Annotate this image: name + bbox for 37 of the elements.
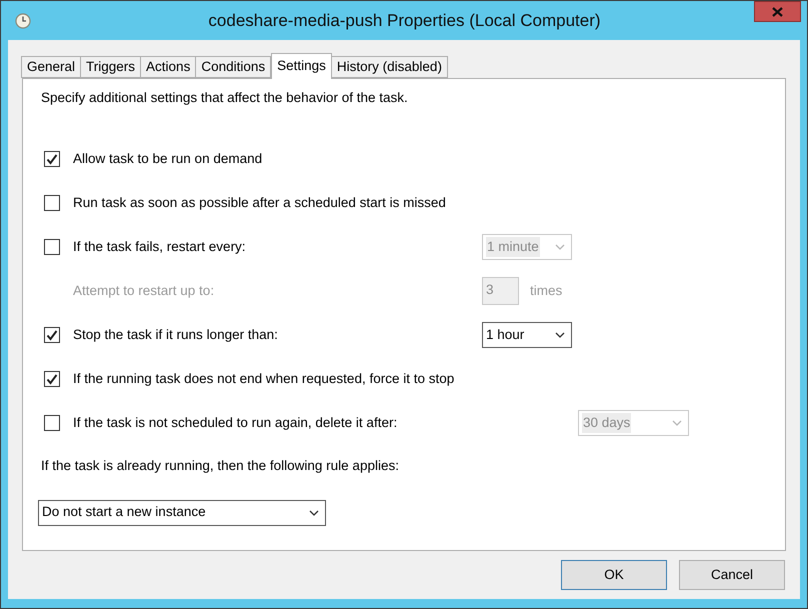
dropdown[interactable]: 1 hour — [482, 322, 572, 348]
dialog-button[interactable]: Cancel — [679, 560, 785, 590]
intro-text: Specify additional settings that affect the behavior of the task. — [41, 89, 409, 107]
option-label: Allow task to be run on demand — [73, 150, 264, 168]
option-label: Attempt to restart up to: — [73, 282, 216, 300]
tab[interactable]: Conditions — [195, 56, 272, 78]
tab[interactable]: General — [21, 56, 82, 78]
tab[interactable]: History (disabled) — [330, 56, 448, 78]
window-title: codeshare-media-push Properties (Local Computer) — [207, 10, 602, 32]
checkbox[interactable] — [44, 195, 60, 212]
option-label: If the running task does not end when requested, force it to stop — [73, 370, 456, 388]
option-label: Run task as soon as possible after a scheduled start is missed — [73, 194, 447, 212]
dropdown[interactable]: Do not start a new instance — [38, 500, 326, 526]
chevron-down-icon — [555, 332, 565, 338]
tab[interactable]: Settings — [271, 53, 332, 79]
checkmark-icon — [46, 154, 58, 165]
option-label: If the task is not scheduled to run again, delete it after: — [73, 414, 398, 432]
checkbox[interactable] — [44, 151, 60, 168]
clock-icon — [15, 12, 31, 28]
option-label: Stop the task if it runs longer than: — [73, 326, 279, 344]
rule-label: If the task is already running, then the following rule applies: — [41, 457, 400, 476]
unit-label: times — [530, 282, 562, 300]
chevron-down-icon — [309, 510, 319, 516]
checkbox[interactable] — [44, 415, 60, 432]
chevron-down-icon — [672, 420, 682, 426]
checkbox[interactable] — [44, 371, 60, 388]
checkbox[interactable] — [44, 239, 60, 256]
close-icon — [772, 6, 783, 16]
checkmark-icon — [46, 374, 58, 385]
checkbox[interactable] — [44, 327, 60, 344]
tab[interactable]: Triggers — [80, 56, 142, 78]
dialog-button[interactable]: OK — [561, 560, 667, 590]
checkmark-icon — [46, 330, 58, 341]
close-button[interactable] — [754, 1, 801, 22]
chevron-down-icon — [555, 244, 565, 250]
option-label: If the task fails, restart every: — [73, 238, 247, 256]
tab[interactable]: Actions — [140, 56, 196, 78]
